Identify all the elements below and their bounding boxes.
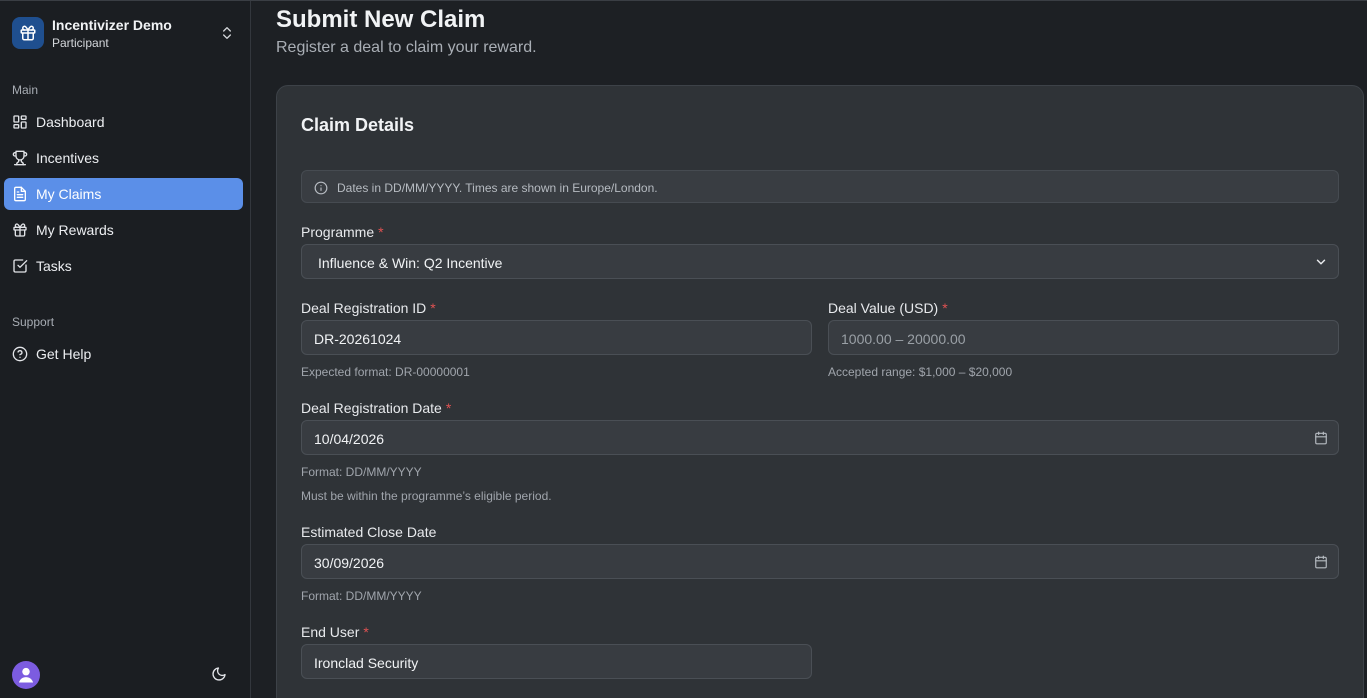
trophy-icon bbox=[12, 150, 28, 166]
theme-toggle-button[interactable] bbox=[209, 664, 229, 684]
deal-registration-date-value: 10/04/2026 bbox=[314, 431, 385, 447]
end-user-value: Ironclad Security bbox=[314, 655, 419, 671]
gift-icon bbox=[12, 17, 44, 49]
deal-value-input[interactable]: 1000.00 – 20000.00 bbox=[828, 320, 1339, 355]
chevron-down-icon bbox=[1316, 259, 1326, 265]
workspace-switcher[interactable]: Incentivizer Demo Participant bbox=[4, 7, 247, 59]
chevrons-up-down-icon bbox=[223, 27, 231, 39]
sidebar-item-label: Tasks bbox=[36, 258, 72, 274]
avatar[interactable] bbox=[12, 661, 40, 689]
programme-select-value: Influence & Win: Q2 Incentive bbox=[318, 255, 503, 271]
required-mark: * bbox=[378, 224, 384, 240]
deal-value-placeholder: 1000.00 – 20000.00 bbox=[841, 331, 966, 347]
document-icon bbox=[14, 186, 26, 202]
required-mark: * bbox=[363, 624, 369, 640]
estimated-close-date-label: Estimated Close Date bbox=[301, 524, 437, 540]
user-icon bbox=[18, 667, 34, 683]
estimated-close-date-input[interactable]: 30/09/2026 bbox=[301, 544, 1339, 579]
page-subtitle: Register a deal to claim your reward. bbox=[276, 39, 537, 56]
card-title: Claim Details bbox=[301, 115, 415, 135]
claim-details-card: Claim Details Dates in DD/MM/YYYY. Times… bbox=[276, 85, 1364, 698]
end-user-label: End User * bbox=[301, 624, 369, 640]
sidebar-item-incentives[interactable]: Incentives bbox=[4, 142, 243, 174]
end-user-input[interactable]: Ironclad Security bbox=[301, 644, 812, 679]
moon-icon bbox=[212, 667, 226, 681]
sidebar-item-get-help[interactable]: Get Help bbox=[4, 338, 243, 370]
workspace-name: Incentivizer Demo bbox=[52, 17, 172, 33]
deal-value-help: Accepted range: $1,000 – $20,000 bbox=[828, 365, 1013, 379]
programme-label: Programme * bbox=[301, 224, 384, 240]
workspace-role: Participant bbox=[52, 36, 109, 50]
deal-registration-id-input[interactable]: DR-20261024 bbox=[301, 320, 812, 355]
deal-registration-id-value: DR-20261024 bbox=[314, 331, 402, 347]
sidebar-item-label: Dashboard bbox=[36, 114, 105, 130]
gift-icon bbox=[13, 223, 27, 237]
estimated-close-date-help: Format: DD/MM/YYYY bbox=[301, 589, 422, 603]
info-icon bbox=[314, 181, 328, 195]
sidebar-item-label: My Rewards bbox=[36, 222, 114, 238]
deal-registration-date-help: Format: DD/MM/YYYY bbox=[301, 465, 422, 479]
help-circle-icon bbox=[12, 346, 28, 362]
sidebar-item-label: Get Help bbox=[36, 346, 92, 362]
info-note-text: Dates in DD/MM/YYYY. Times are shown in … bbox=[337, 181, 658, 195]
required-mark: * bbox=[942, 300, 948, 316]
page-title: Submit New Claim bbox=[276, 6, 486, 33]
sidebar-item-my-claims[interactable]: My Claims bbox=[4, 178, 243, 210]
sidebar-item-dashboard[interactable]: Dashboard bbox=[4, 106, 243, 138]
deal-registration-id-help: Expected format: DR-00000001 bbox=[301, 365, 470, 379]
programme-select[interactable]: Influence & Win: Q2 Incentive bbox=[301, 244, 1339, 279]
nav-group-main-label: Main bbox=[12, 83, 39, 97]
sidebar-item-label: My Claims bbox=[36, 186, 102, 202]
required-mark: * bbox=[445, 400, 452, 416]
calendar-icon[interactable] bbox=[1314, 431, 1328, 445]
sidebar-item-my-rewards[interactable]: My Rewards bbox=[4, 214, 243, 246]
check-square-icon bbox=[13, 259, 28, 273]
nav-group-support-label: Support bbox=[12, 315, 55, 329]
info-note: Dates in DD/MM/YYYY. Times are shown in … bbox=[301, 170, 1339, 203]
sidebar-item-tasks[interactable]: Tasks bbox=[4, 250, 243, 282]
deal-registration-id-label: Deal Registration ID * bbox=[301, 300, 436, 316]
deal-registration-date-input[interactable]: 10/04/2026 bbox=[301, 420, 1339, 455]
estimated-close-date-value: 30/09/2026 bbox=[314, 555, 385, 571]
deal-registration-date-label: Deal Registration Date * bbox=[301, 400, 452, 416]
deal-value-label: Deal Value (USD) * bbox=[828, 300, 948, 316]
deal-registration-date-help-2: Must be within the programme’s eligible … bbox=[301, 489, 552, 503]
dashboard-icon bbox=[13, 115, 27, 129]
calendar-icon[interactable] bbox=[1314, 555, 1328, 569]
sidebar: Incentivizer Demo Participant Main Dashb… bbox=[0, 1, 251, 698]
required-mark: * bbox=[430, 300, 436, 316]
sidebar-item-label: Incentives bbox=[36, 150, 100, 166]
